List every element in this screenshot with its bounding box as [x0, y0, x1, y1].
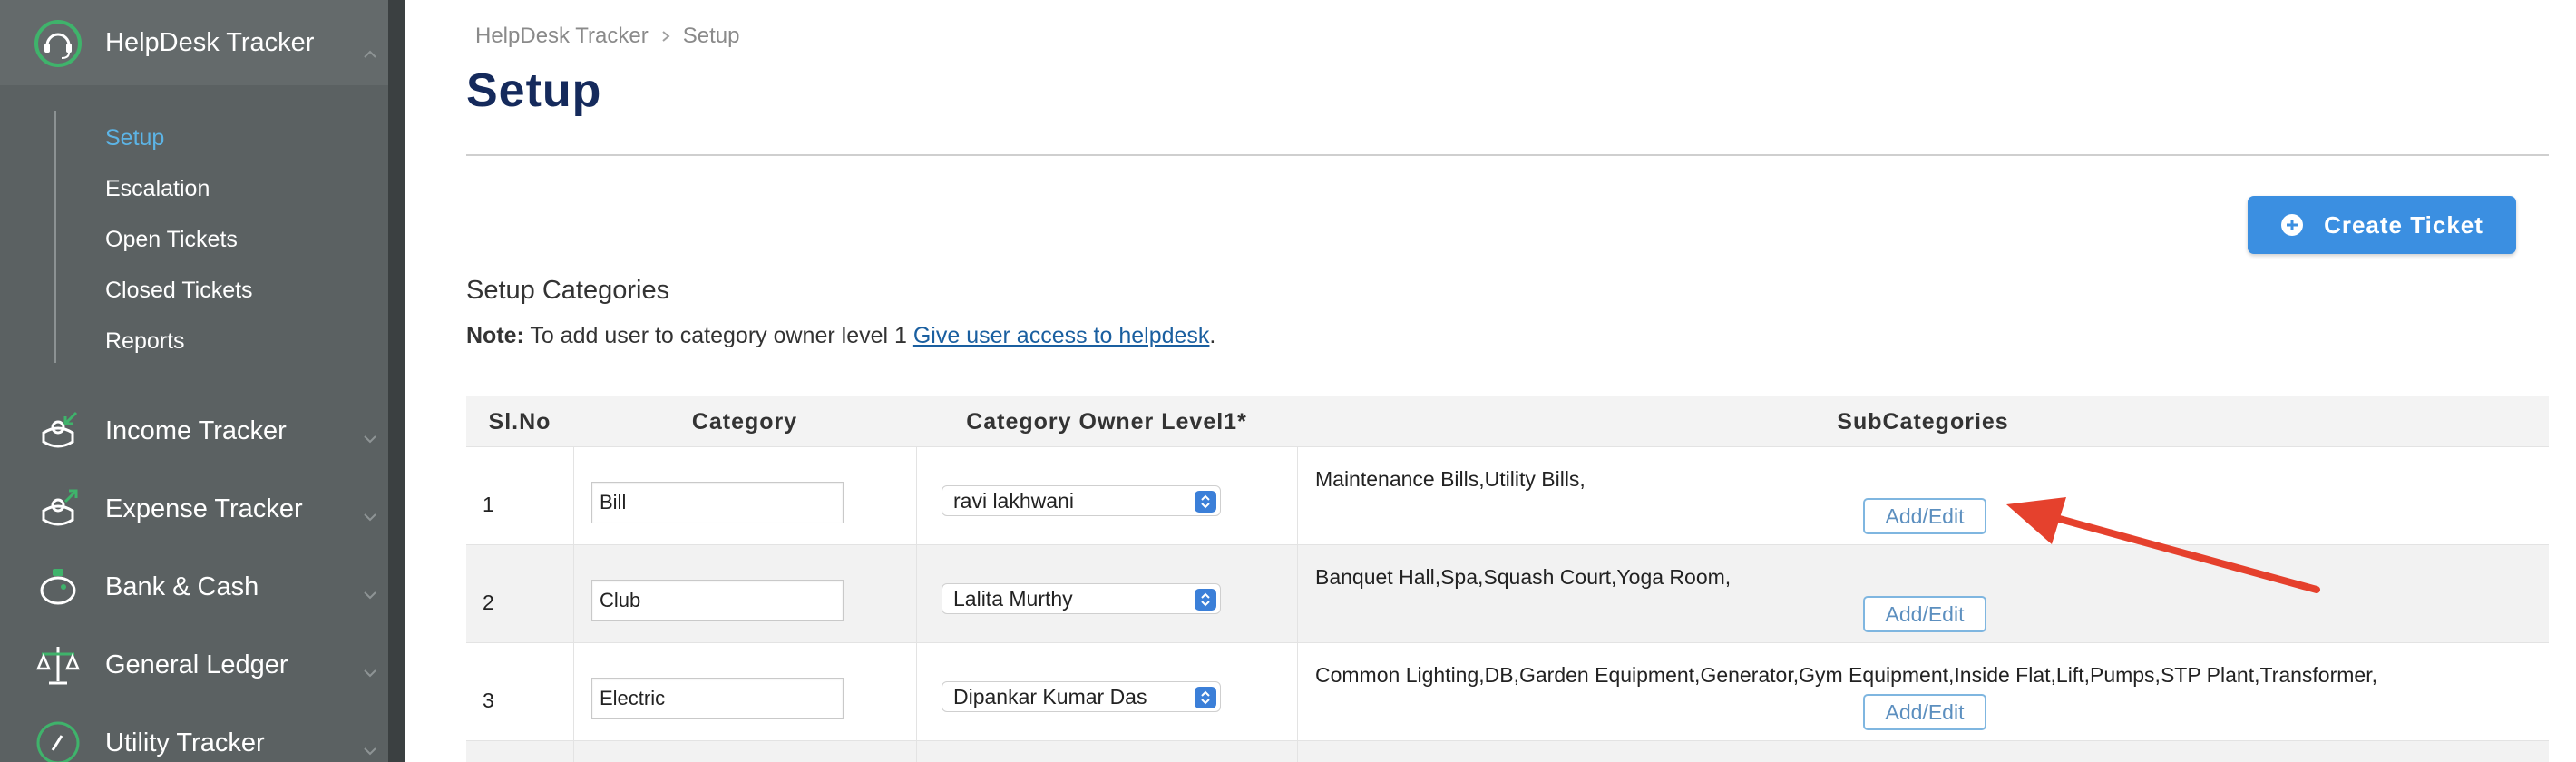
owner-select-value: Dipankar Kumar Das [953, 684, 1147, 708]
section-title: Setup Categories [466, 276, 670, 305]
header-sl-no: Sl.No [488, 408, 551, 435]
chevron-up-icon [364, 50, 376, 58]
owner-select[interactable]: Dipankar Kumar Das [942, 681, 1221, 712]
breadcrumb-current: Setup [682, 24, 740, 48]
owner-select-value: ravi lakhwani [953, 488, 1074, 513]
sidebar-item-label: HelpDesk Tracker [105, 28, 315, 57]
column-divider [916, 446, 917, 762]
row-number: 3 [483, 689, 494, 712]
piggy-bank-icon [40, 569, 76, 605]
chevron-down-icon [364, 435, 376, 444]
sidebar: HelpDesk Tracker Setup Escalation Open T… [0, 0, 388, 762]
create-ticket-button[interactable]: Create Ticket [2248, 196, 2516, 254]
column-divider [573, 446, 574, 762]
select-arrows-icon [1195, 491, 1216, 513]
header-category: Category [691, 408, 798, 435]
note-label: Note: [466, 323, 524, 348]
sidebar-scrollbar[interactable] [388, 0, 405, 762]
subcategories-text: Common Lighting,DB,Garden Equipment,Gene… [1315, 663, 2377, 687]
gauge-icon [36, 721, 80, 762]
sidebar-item-income-tracker[interactable]: Income Tracker [0, 392, 388, 470]
subcategories-text: Maintenance Bills,Utility Bills, [1315, 467, 1586, 491]
page-title: Setup [466, 64, 602, 117]
sidebar-item-utility-tracker[interactable]: Utility Tracker [0, 704, 388, 762]
subcategories-text: Banquet Hall,Spa,Squash Court,Yoga Room, [1315, 565, 1732, 589]
sidebar-item-label: General Ledger [105, 650, 288, 679]
create-ticket-label: Create Ticket [2324, 210, 2483, 239]
select-arrows-icon [1195, 589, 1216, 611]
add-edit-button[interactable]: Add/Edit [1863, 596, 1986, 632]
submenu-reports[interactable]: Reports [105, 328, 185, 355]
row-number: 1 [483, 493, 494, 516]
headset-icon [34, 20, 82, 67]
category-input[interactable]: Club [591, 580, 844, 621]
select-arrows-icon [1195, 687, 1216, 708]
chevron-down-icon [364, 591, 376, 600]
income-icon [42, 411, 78, 448]
add-edit-button[interactable]: Add/Edit [1863, 498, 1986, 534]
sidebar-item-label: Expense Tracker [105, 493, 303, 523]
plus-circle-icon [2281, 214, 2304, 236]
breadcrumb: HelpDesk Tracker Setup [475, 24, 739, 49]
table-header: Sl.No Category Category Owner Level1* Su… [466, 396, 2549, 446]
row-number: 2 [483, 591, 494, 614]
header-subcategories: SubCategories [1837, 408, 2009, 435]
note: Note: To add user to category owner leve… [466, 323, 1215, 349]
owner-select-value: Lalita Murthy [953, 586, 1073, 611]
sidebar-item-expense-tracker[interactable]: Expense Tracker [0, 470, 388, 548]
breadcrumb-root[interactable]: HelpDesk Tracker [475, 24, 649, 49]
submenu-escalation[interactable]: Escalation [105, 176, 210, 202]
submenu-open-tickets[interactable]: Open Tickets [105, 227, 238, 253]
owner-select[interactable]: ravi lakhwani [942, 485, 1221, 516]
give-access-link[interactable]: Give user access to helpdesk [913, 323, 1210, 348]
category-input[interactable]: Bill [591, 482, 844, 523]
header-owner: Category Owner Level1* [966, 408, 1247, 435]
scale-icon [36, 647, 80, 685]
submenu-setup[interactable]: Setup [105, 125, 164, 151]
sidebar-item-label: Income Tracker [105, 415, 287, 445]
column-divider [1297, 446, 1298, 762]
sidebar-item-label: Utility Tracker [105, 728, 265, 757]
category-input[interactable]: Electric [591, 678, 844, 719]
annotation-arrow [2006, 497, 2320, 593]
owner-select[interactable]: Lalita Murthy [942, 583, 1221, 614]
sidebar-item-bank-cash[interactable]: Bank & Cash [0, 548, 388, 626]
chevron-down-icon [364, 669, 376, 678]
chevron-down-icon [364, 513, 376, 522]
title-divider [466, 154, 2549, 156]
chevron-right-icon [662, 31, 670, 42]
sidebar-item-helpdesk-tracker[interactable]: HelpDesk Tracker [0, 0, 388, 85]
sidebar-item-label: Bank & Cash [105, 572, 259, 601]
table-row: 3 Electric Dipankar Kumar Das Common Lig… [466, 642, 2549, 740]
chevron-down-icon [364, 747, 376, 756]
submenu-closed-tickets[interactable]: Closed Tickets [105, 278, 253, 304]
submenu-line [54, 111, 56, 363]
add-edit-button[interactable]: Add/Edit [1863, 694, 1986, 730]
expense-icon [42, 489, 78, 526]
table-row [466, 740, 2549, 762]
note-text: To add user to category owner level 1 [530, 323, 907, 348]
app-root: HelpDesk Tracker Setup Escalation Open T… [0, 0, 2576, 762]
sidebar-item-general-ledger[interactable]: General Ledger [0, 626, 388, 704]
note-end: . [1209, 323, 1216, 348]
